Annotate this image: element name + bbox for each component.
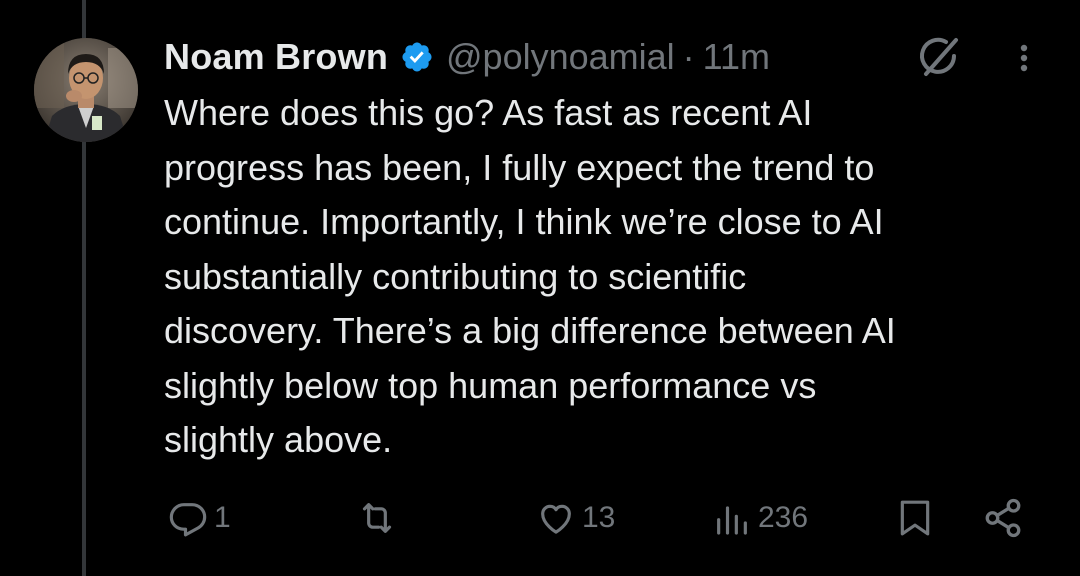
retweet-icon	[356, 498, 398, 538]
views-count: 236	[758, 501, 809, 534]
author-handle[interactable]: @polynoamial	[446, 36, 675, 78]
reply-button[interactable]: 1	[168, 490, 231, 546]
avatar[interactable]	[34, 38, 138, 142]
tweet-actions-bar: 1 13 236	[0, 490, 1080, 546]
bookmark-icon	[896, 497, 934, 539]
tweet-text: Where does this go? As fast as recent AI…	[164, 92, 896, 460]
bookmark-button[interactable]	[896, 490, 934, 546]
share-icon	[982, 497, 1024, 539]
like-count: 13	[582, 501, 616, 534]
reply-icon	[168, 498, 208, 538]
more-options-icon[interactable]	[1010, 38, 1038, 78]
tweet-timestamp[interactable]: 11m	[703, 36, 770, 78]
retweet-button[interactable]	[356, 490, 404, 546]
views-icon	[712, 498, 752, 538]
like-icon	[536, 498, 576, 538]
views-button[interactable]: 236	[712, 490, 808, 546]
verified-badge-icon	[400, 40, 434, 74]
grok-icon[interactable]	[916, 34, 962, 80]
header-separator: ·	[682, 36, 695, 77]
share-button[interactable]	[982, 490, 1024, 546]
like-button[interactable]: 13	[536, 490, 615, 546]
author-name[interactable]: Noam Brown	[164, 36, 388, 78]
reply-count: 1	[214, 501, 231, 534]
